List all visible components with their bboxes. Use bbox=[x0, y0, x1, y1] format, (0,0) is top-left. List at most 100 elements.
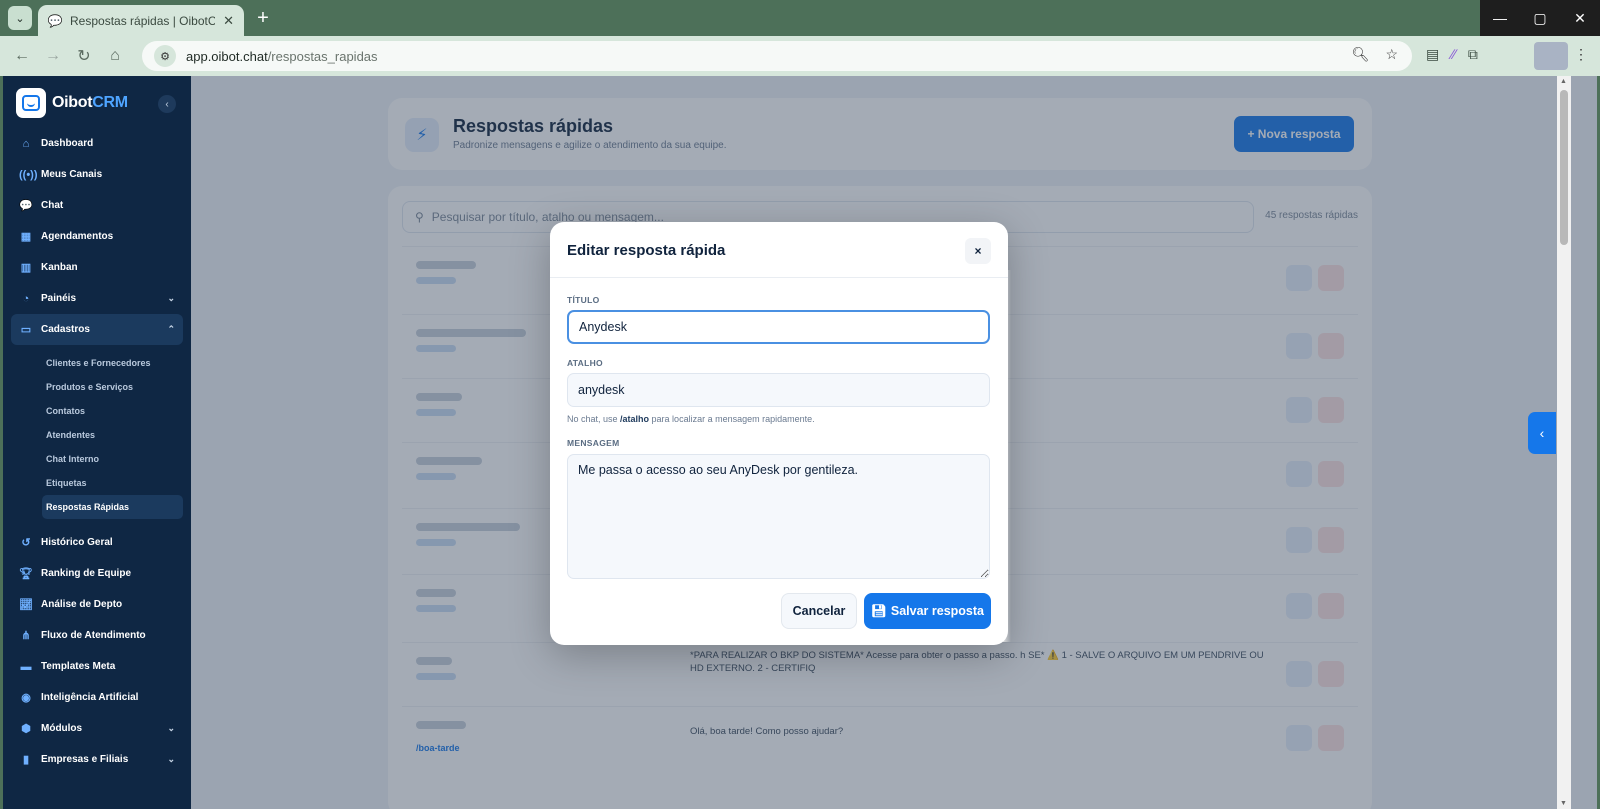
url-actions: 🔍︎ ☆ bbox=[1352, 46, 1398, 63]
forward-icon[interactable]: → bbox=[41, 44, 65, 68]
chevron-down-icon: ⌄ bbox=[167, 293, 175, 303]
pie-chart-icon: ◔ bbox=[22, 292, 30, 305]
sidebar-item-label: Kanban bbox=[41, 262, 78, 273]
save-button[interactable]: 💾︎ Salvar resposta bbox=[864, 593, 991, 629]
minimize-button[interactable]: — bbox=[1480, 0, 1520, 36]
sidebar-item-meus-canais[interactable]: ((•)) Meus Canais bbox=[3, 159, 191, 190]
side-panel-toggle[interactable]: ‹ bbox=[1528, 412, 1556, 454]
app-viewport: OibotCRM ‹ ⌂ Dashboard ((•)) Meus Canais 💬… bbox=[3, 76, 1597, 809]
edit-quick-reply-modal: Editar resposta rápida × TÍTULO ATALHO N… bbox=[550, 222, 1008, 645]
site-info-icon[interactable]: ⚙ bbox=[154, 45, 176, 67]
mensagem-label: MENSAGEM bbox=[567, 438, 620, 448]
sidebar-item-label: Empresas e Filiais bbox=[41, 754, 129, 765]
maximize-button[interactable]: ▢ bbox=[1520, 0, 1560, 36]
submenu-contatos[interactable]: Contatos bbox=[3, 399, 191, 423]
titulo-label: TÍTULO bbox=[567, 295, 600, 305]
window-controls: — ▢ ✕ bbox=[1480, 0, 1600, 36]
trophy-icon: 🏆︎ bbox=[19, 568, 33, 580]
sidebar-item-label: Meus Canais bbox=[41, 169, 103, 180]
tab-close-icon[interactable]: ✕ bbox=[223, 13, 234, 29]
new-tab-button[interactable]: + bbox=[252, 7, 274, 29]
favicon-icon: 💬 bbox=[47, 13, 63, 28]
browser-tab-active[interactable]: 💬 Respostas rápidas | OibotCRM ✕ bbox=[38, 5, 244, 36]
browser-tabbar: ⌄ 💬 Respostas rápidas | OibotCRM ✕ + — ▢… bbox=[0, 0, 1600, 36]
sidebar-item-historico[interactable]: ↺ Histórico Geral bbox=[3, 527, 191, 558]
profile-avatar[interactable] bbox=[1534, 42, 1568, 70]
sidebar-item-chat[interactable]: 💬 Chat bbox=[3, 190, 191, 221]
collapse-sidebar-button[interactable]: ‹ bbox=[158, 95, 176, 113]
robot-logo-icon bbox=[16, 88, 46, 118]
modal-header: Editar resposta rápida × bbox=[550, 222, 1008, 278]
chevron-up-icon: ⌃ bbox=[167, 324, 175, 334]
tab-search-button[interactable]: ⌄ bbox=[8, 6, 32, 30]
home-icon[interactable]: ⌂ bbox=[103, 44, 127, 68]
brand-name: OibotCRM bbox=[52, 94, 128, 111]
sidebar-item-kanban[interactable]: ▥ Kanban bbox=[3, 252, 191, 283]
bookmark-star-icon[interactable]: ☆ bbox=[1385, 46, 1398, 63]
sidebar-item-label: Painéis bbox=[41, 293, 77, 304]
modal-title: Editar resposta rápida bbox=[567, 242, 726, 259]
chat-icon: 💬 bbox=[19, 200, 33, 212]
sidebar-item-label: Fluxo de Atendimento bbox=[41, 630, 146, 641]
flow-icon: ⋔ bbox=[21, 630, 31, 642]
titulo-input[interactable] bbox=[567, 310, 990, 344]
sidebar-item-label: Inteligência Artificial bbox=[41, 692, 139, 703]
extension-icon[interactable]: ▤ bbox=[1426, 46, 1439, 63]
sidebar-item-paineis[interactable]: ◔ Painéis ⌄ bbox=[3, 283, 191, 314]
sidebar-item-label: Histórico Geral bbox=[41, 537, 113, 548]
mensagem-textarea[interactable]: Me passa o acesso ao seu AnyDesk por gen… bbox=[567, 454, 990, 579]
submenu-atendentes[interactable]: Atendentes bbox=[3, 423, 191, 447]
atalho-input[interactable] bbox=[567, 373, 990, 407]
puzzle-icon[interactable]: ⧉ bbox=[1468, 46, 1478, 63]
url-bar[interactable]: ⚙ app.oibot.chat/respostas_rapidas 🔍︎ ☆ bbox=[142, 41, 1412, 71]
broadcast-icon: ((•)) bbox=[19, 168, 38, 181]
sidebar-item-cadastros[interactable]: ▭ Cadastros ⌃ bbox=[11, 314, 183, 345]
line-chart-icon: 📈︎ bbox=[19, 599, 33, 611]
scroll-down-icon[interactable]: ▼ bbox=[1560, 800, 1567, 807]
close-icon[interactable]: × bbox=[965, 238, 991, 264]
sidebar: OibotCRM ‹ ⌂ Dashboard ((•)) Meus Canais 💬… bbox=[3, 76, 191, 809]
sidebar-item-label: Dashboard bbox=[41, 138, 94, 149]
submenu-produtos[interactable]: Produtos e Serviços bbox=[3, 375, 191, 399]
reload-icon[interactable]: ↻ bbox=[72, 44, 96, 68]
sidebar-item-empresas[interactable]: ▮ Empresas e Filiais ⌄ bbox=[3, 744, 191, 775]
submenu-respostas-rapidas[interactable]: Respostas Rápidas bbox=[42, 495, 183, 519]
sidebar-item-analise[interactable]: 📈︎ Análise de Depto bbox=[3, 589, 191, 620]
kanban-icon: ▥ bbox=[20, 262, 32, 274]
submenu-chat-interno[interactable]: Chat Interno bbox=[3, 447, 191, 471]
cancel-button[interactable]: Cancelar bbox=[781, 593, 857, 629]
sidebar-item-templates[interactable]: ▬ Templates Meta bbox=[3, 651, 191, 682]
atalho-label: ATALHO bbox=[567, 358, 603, 368]
sidebar-item-dashboard[interactable]: ⌂ Dashboard bbox=[3, 128, 191, 159]
brand[interactable]: OibotCRM bbox=[16, 88, 128, 118]
building-icon: ▮ bbox=[22, 754, 30, 766]
submenu-clientes[interactable]: Clientes e Fornecedores bbox=[3, 351, 191, 375]
sidebar-item-label: Módulos bbox=[41, 723, 83, 734]
id-card-icon: ▭ bbox=[20, 324, 32, 336]
save-button-label: Salvar resposta bbox=[890, 604, 984, 618]
sidebar-item-modulos[interactable]: ⬢ Módulos ⌄ bbox=[3, 713, 191, 744]
tab-title: Respostas rápidas | OibotCRM bbox=[70, 13, 216, 28]
scroll-thumb[interactable] bbox=[1560, 90, 1568, 245]
sidebar-item-ranking[interactable]: 🏆︎ Ranking de Equipe bbox=[3, 558, 191, 589]
sidebar-item-label: Análise de Depto bbox=[41, 599, 123, 610]
scroll-up-icon[interactable]: ▲ bbox=[1560, 78, 1567, 85]
save-floppy-icon: 💾︎ bbox=[871, 603, 887, 618]
sidebar-item-agendamentos[interactable]: ▦ Agendamentos bbox=[3, 221, 191, 252]
extension-pen-icon[interactable]: ∕∕ bbox=[1451, 46, 1456, 63]
submenu-etiquetas[interactable]: Etiquetas bbox=[3, 471, 191, 495]
sidebar-item-fluxo[interactable]: ⋔ Fluxo de Atendimento bbox=[3, 620, 191, 651]
zoom-icon[interactable]: 🔍︎ bbox=[1352, 46, 1370, 63]
sidebar-item-ia[interactable]: ◉ Inteligência Artificial bbox=[3, 682, 191, 713]
sidebar-item-label: Ranking de Equipe bbox=[41, 568, 132, 579]
sidebar-item-label: Chat bbox=[41, 200, 64, 211]
close-window-button[interactable]: ✕ bbox=[1560, 0, 1600, 36]
more-menu-icon[interactable]: ⋮ bbox=[1574, 46, 1588, 63]
home-icon: ⌂ bbox=[22, 137, 30, 150]
extensions-area: ▤ ∕∕ ⧉ bbox=[1426, 46, 1478, 63]
chevron-down-icon: ⌄ bbox=[167, 723, 175, 733]
back-icon[interactable]: ← bbox=[10, 44, 34, 68]
calendar-icon: ▦ bbox=[20, 231, 32, 243]
page-scrollbar[interactable]: ▲ ▼ bbox=[1557, 76, 1571, 809]
template-icon: ▬ bbox=[20, 660, 32, 673]
